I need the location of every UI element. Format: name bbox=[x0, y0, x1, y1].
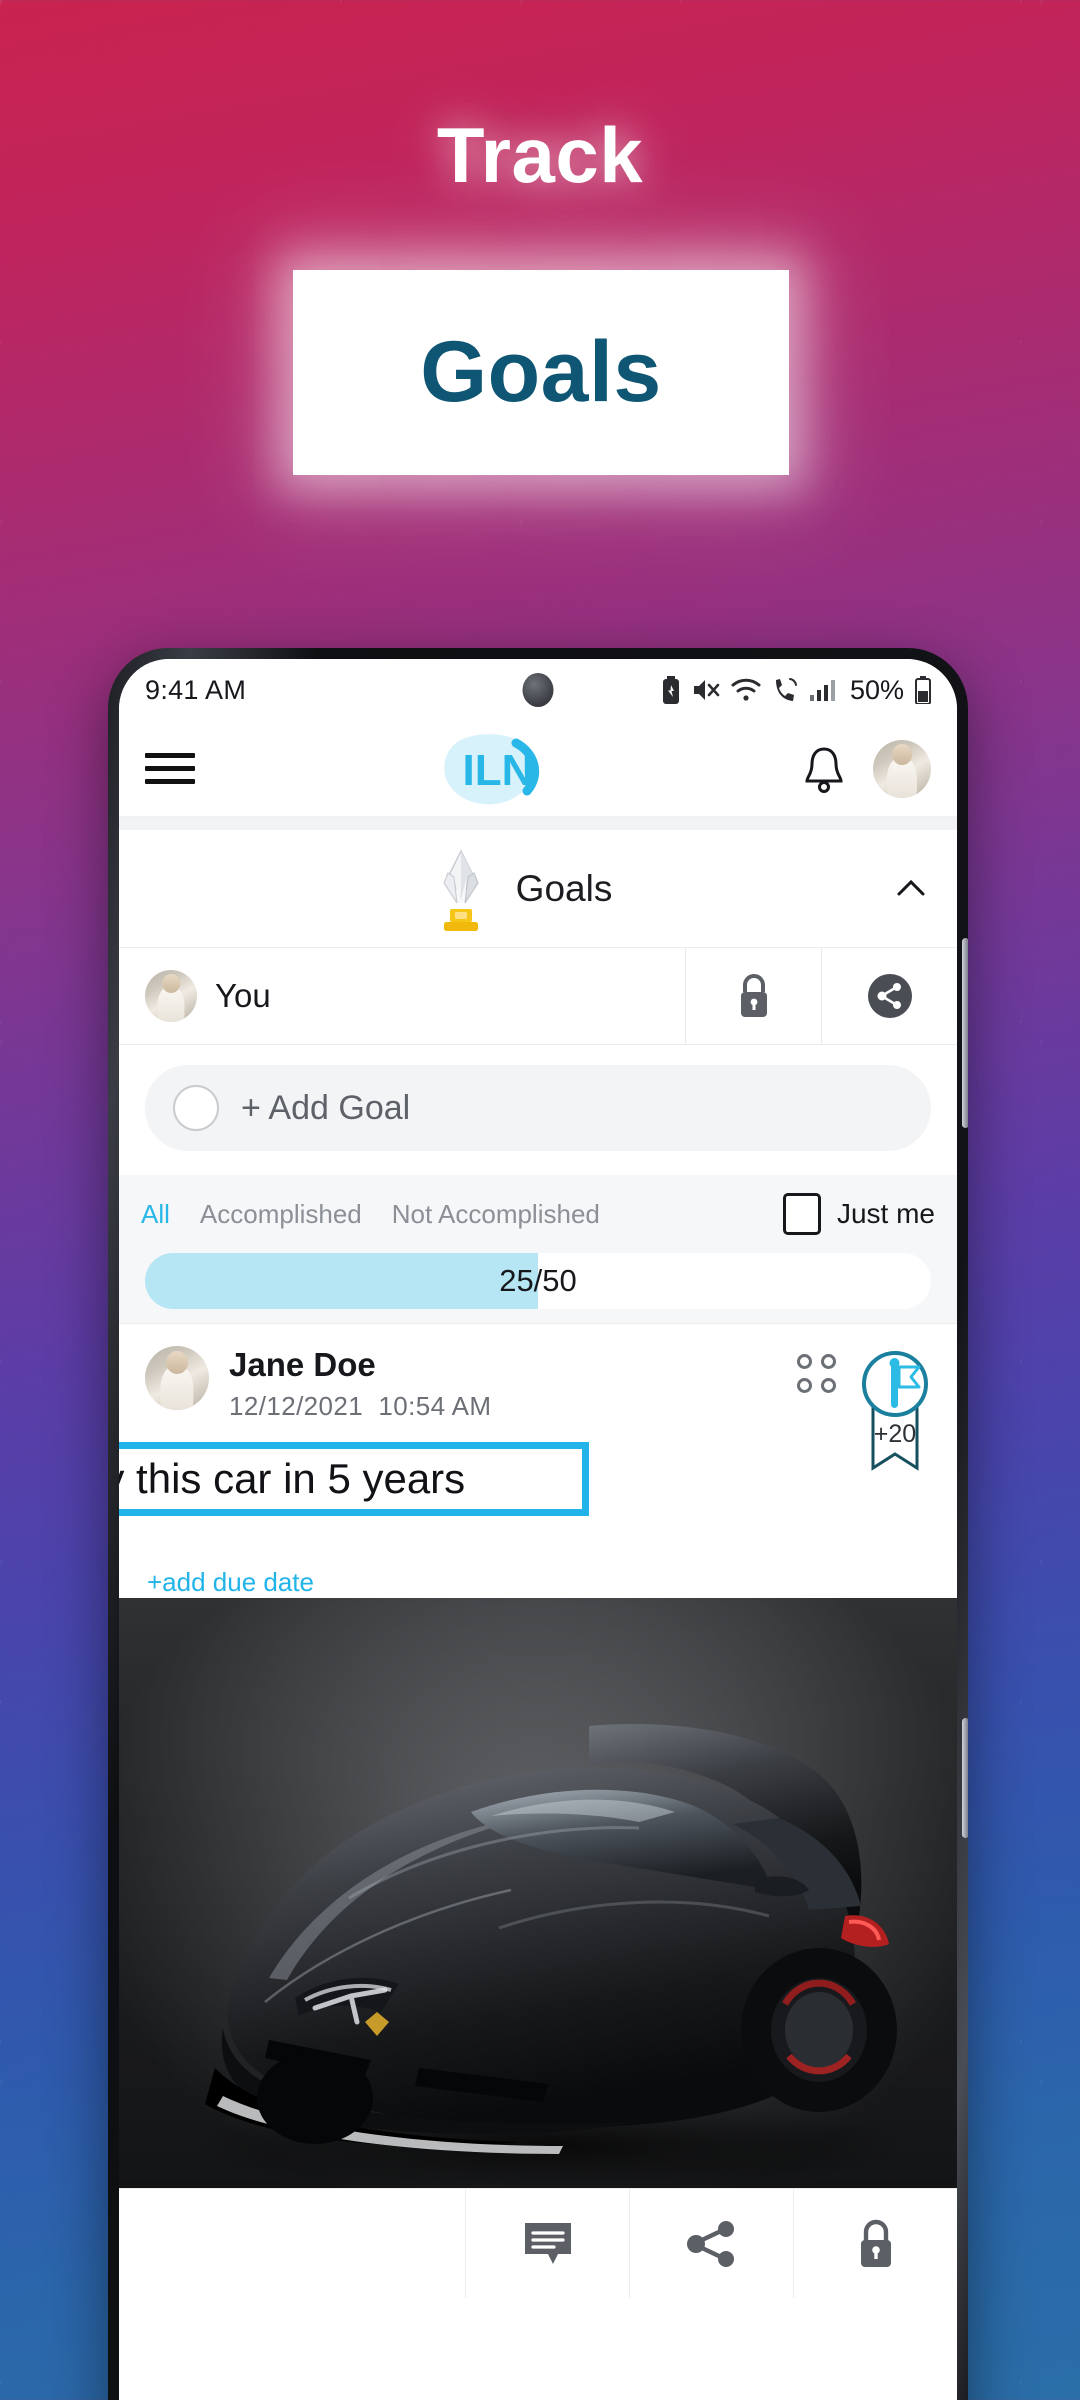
tab-accomplished[interactable]: Accomplished bbox=[200, 1199, 362, 1230]
add-goal-label: + Add Goal bbox=[241, 1088, 411, 1127]
post-timestamp: 12/12/2021 10:54 AM bbox=[229, 1391, 492, 1421]
header-actions bbox=[801, 739, 931, 798]
goals-progress-bar: 25/50 bbox=[145, 1253, 931, 1309]
tab-not-accomplished[interactable]: Not Accomplished bbox=[392, 1199, 600, 1230]
status-bar: 9:41 AM 50% bbox=[119, 659, 957, 721]
badge-points-text: +20 bbox=[874, 1420, 916, 1448]
hero-section: Track Goals bbox=[0, 0, 1080, 500]
add-goal-circle-icon bbox=[173, 1085, 219, 1131]
hero-title: Track bbox=[436, 111, 644, 199]
goals-section-header[interactable]: Goals bbox=[119, 830, 957, 948]
goal-post: Jane Doe 12/12/2021 10:54 AM +20 this ca… bbox=[119, 1323, 957, 1598]
hero-goals-card: Goals bbox=[293, 270, 789, 475]
like-button[interactable] bbox=[119, 2215, 465, 2273]
post-action-bar bbox=[119, 2188, 957, 2298]
just-me-label: Just me bbox=[836, 1198, 935, 1229]
you-label: You bbox=[215, 977, 271, 1014]
add-goal-container: + Add Goal bbox=[119, 1045, 957, 1175]
app-logo[interactable]: ILN bbox=[195, 731, 801, 807]
share-post-button[interactable] bbox=[629, 2189, 793, 2298]
four-dots-menu-icon[interactable] bbox=[797, 1346, 843, 1393]
just-me-checkbox[interactable] bbox=[782, 1193, 821, 1235]
phone-mockup: 9:41 AM 50% ILN Goals You + Add Goal All… bbox=[108, 648, 968, 2400]
status-time: 9:41 AM bbox=[145, 674, 247, 705]
status-battery-percent: 50% bbox=[849, 674, 904, 705]
lock-icon bbox=[860, 2219, 891, 2267]
lock-icon bbox=[740, 974, 767, 1017]
lock-post-button[interactable] bbox=[793, 2189, 957, 2298]
sports-car-illustration bbox=[189, 1724, 909, 2188]
share-button[interactable] bbox=[821, 948, 957, 1044]
privacy-button[interactable] bbox=[685, 948, 821, 1044]
hamburger-menu-icon[interactable] bbox=[145, 745, 195, 792]
chevron-up-icon[interactable] bbox=[891, 869, 931, 909]
comment-button[interactable] bbox=[465, 2189, 629, 2298]
comment-icon bbox=[524, 2222, 571, 2264]
hero-card-text: Goals bbox=[420, 324, 662, 420]
progress-fill bbox=[145, 1253, 538, 1309]
rear-wheel bbox=[741, 1948, 897, 2112]
front-camera-punchhole bbox=[522, 673, 554, 707]
goal-image[interactable] bbox=[119, 1598, 957, 2188]
thumbs-up-icon bbox=[155, 2217, 216, 2269]
you-row: You bbox=[119, 948, 957, 1045]
section-divider bbox=[119, 817, 957, 830]
you-row-identity[interactable]: You bbox=[119, 970, 685, 1022]
share-icon bbox=[686, 2220, 734, 2267]
app-header: ILN bbox=[119, 721, 957, 817]
you-avatar bbox=[145, 970, 197, 1022]
status-icon-group: 50% bbox=[661, 675, 931, 706]
post-author-meta: Jane Doe 12/12/2021 10:54 AM bbox=[229, 1346, 491, 1422]
points-badge: +20 bbox=[859, 1346, 931, 1479]
signal-icon bbox=[809, 680, 835, 701]
phone-volume-button bbox=[962, 938, 968, 1128]
trophy-icon bbox=[424, 847, 498, 931]
call-icon bbox=[775, 678, 797, 701]
battery-saver-icon bbox=[662, 676, 679, 704]
flag-ribbon-badge-icon: +20 bbox=[862, 1351, 928, 1471]
phone-screen: 9:41 AM 50% ILN Goals You + Add Goal All… bbox=[119, 659, 957, 2400]
share-icon bbox=[867, 974, 912, 1018]
battery-icon bbox=[915, 676, 931, 704]
filter-tabs: All Accomplished Not Accomplished Just m… bbox=[119, 1175, 957, 1253]
avatar[interactable] bbox=[873, 739, 931, 798]
goal-title-callout[interactable]: Buy this car in 5 years bbox=[119, 1442, 589, 1516]
progress-label: 25/50 bbox=[499, 1263, 577, 1298]
post-author-avatar[interactable] bbox=[145, 1346, 209, 1410]
post-header-actions: +20 bbox=[797, 1346, 931, 1479]
bell-icon[interactable] bbox=[801, 744, 847, 794]
add-goal-button[interactable]: + Add Goal bbox=[145, 1065, 931, 1151]
tab-all[interactable]: All bbox=[141, 1199, 170, 1230]
wifi-icon bbox=[731, 678, 761, 701]
progress-container: 25/50 bbox=[119, 1253, 957, 1323]
phone-power-button bbox=[962, 1718, 968, 1838]
goals-section-title: Goals bbox=[515, 867, 613, 909]
goal-title: Buy this car in 5 years bbox=[119, 1455, 466, 1502]
iln-logo-icon: ILN bbox=[444, 733, 540, 804]
mute-icon bbox=[693, 680, 720, 700]
just-me-filter[interactable]: Just me bbox=[782, 1193, 935, 1235]
post-author-name: Jane Doe bbox=[229, 1346, 376, 1383]
